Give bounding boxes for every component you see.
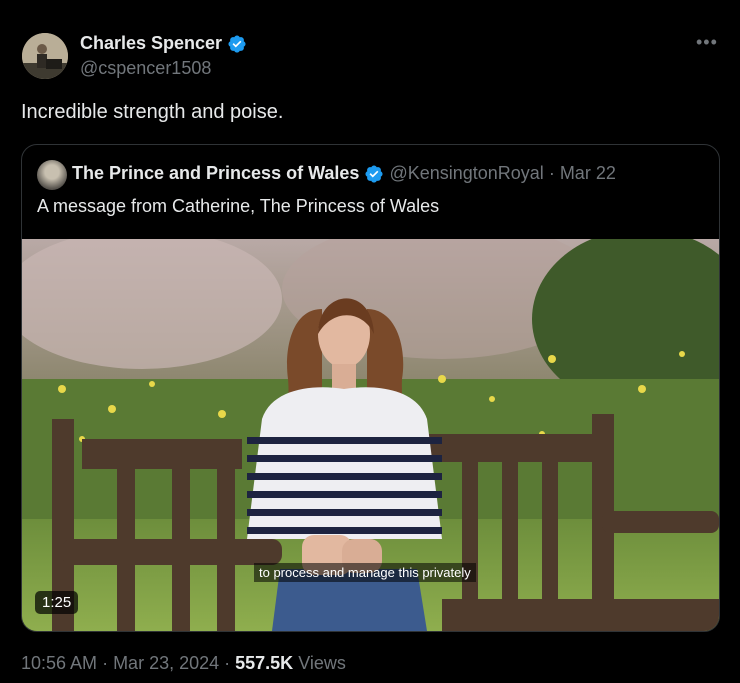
avatar-image [22, 33, 68, 79]
quote-tweet-card[interactable]: The Prince and Princess of Wales @Kensin… [21, 144, 720, 632]
quote-author-avatar[interactable] [37, 160, 67, 190]
quote-author-handle[interactable]: @KensingtonRoyal [389, 163, 543, 184]
views-label: Views [298, 653, 346, 673]
verified-badge-icon [228, 34, 246, 53]
views-count[interactable]: 557.5K [235, 653, 293, 674]
separator-dot: · [102, 653, 109, 673]
tweet-meta: 10:56 AM · Mar 23, 2024 · 557.5K Views [21, 653, 346, 674]
author-name[interactable]: Charles Spencer [80, 33, 222, 54]
video-duration-badge: 1:25 [35, 591, 79, 614]
author-name-row[interactable]: Charles Spencer [80, 33, 247, 54]
quote-author-name[interactable]: The Prince and Princess of Wales [72, 163, 359, 184]
video-player[interactable]: to process and manage this privately 1:2… [22, 239, 719, 631]
tweet-text: Incredible strength and poise. [21, 101, 284, 123]
author-avatar[interactable] [22, 33, 68, 79]
verified-badge-icon [365, 164, 383, 183]
more-options-icon[interactable]: ••• [696, 32, 718, 53]
video-caption: to process and manage this privately [254, 563, 476, 582]
tweet-time[interactable]: 10:56 AM [21, 653, 97, 674]
tweet-date[interactable]: Mar 23, 2024 [113, 653, 219, 674]
author-handle[interactable]: @cspencer1508 [80, 58, 211, 79]
quote-date[interactable]: Mar 22 [560, 163, 616, 184]
separator-dot: · [548, 163, 555, 183]
quote-text: A message from Catherine, The Princess o… [37, 196, 440, 216]
separator-dot: · [224, 653, 231, 673]
quote-header: The Prince and Princess of Wales @Kensin… [72, 163, 616, 184]
